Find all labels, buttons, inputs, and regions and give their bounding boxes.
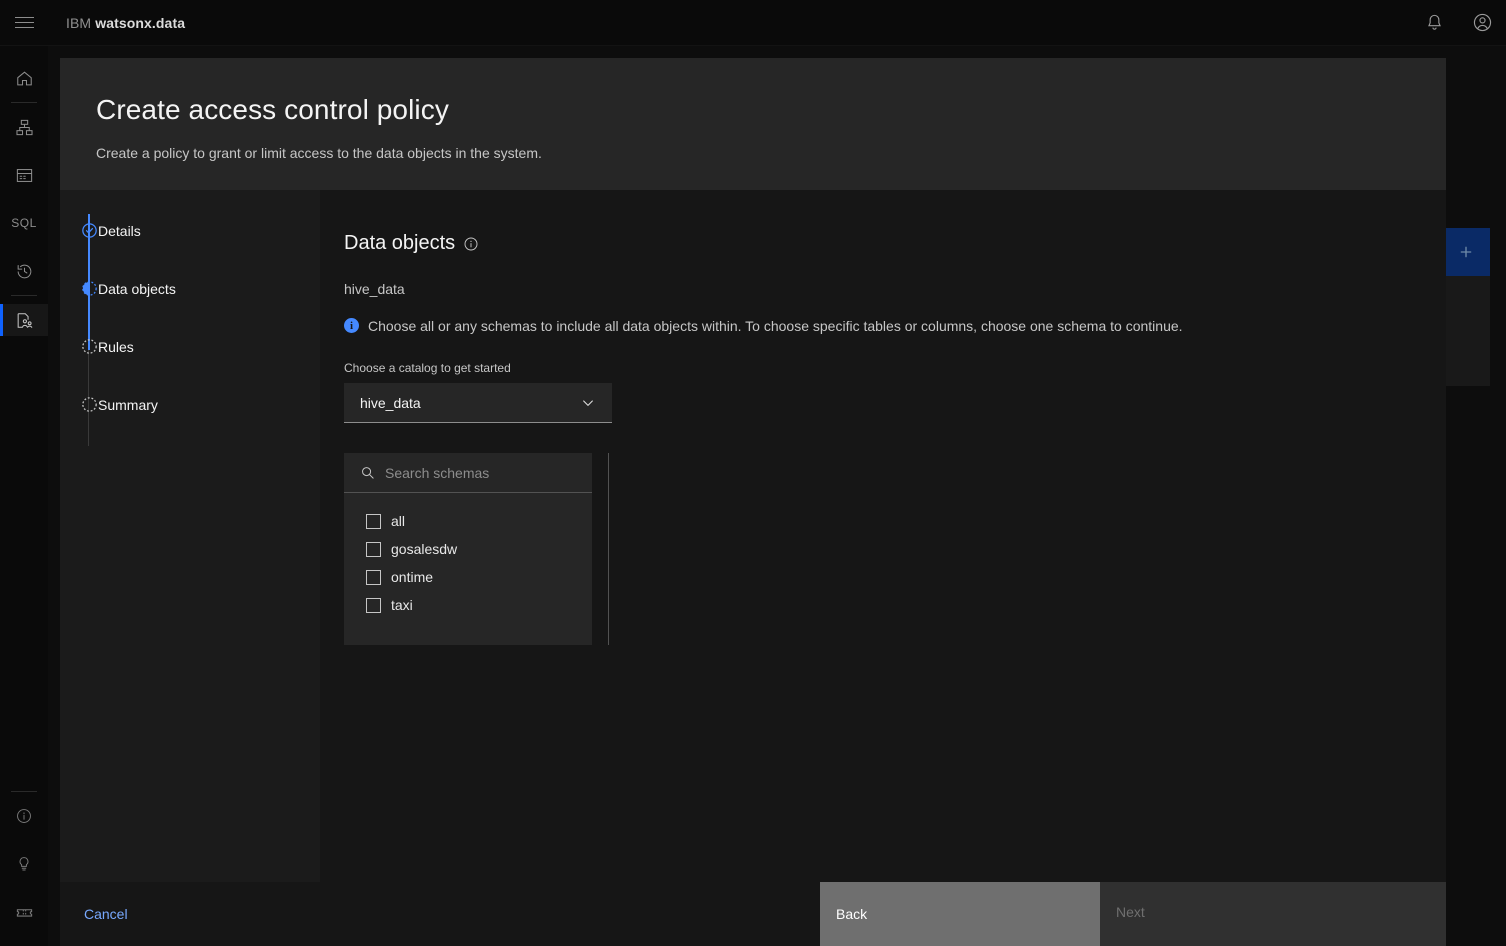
header-actions <box>1410 0 1506 46</box>
hint-text: Choose all or any schemas to include all… <box>368 318 1183 334</box>
dotted-circle-icon <box>81 338 98 355</box>
schema-checkbox[interactable] <box>366 597 381 613</box>
sidebar-item-access-control[interactable] <box>0 304 48 336</box>
rail-divider <box>11 102 37 103</box>
sidebar-item-query-workspace[interactable]: SQL <box>0 207 48 239</box>
list-item[interactable]: taxi <box>344 591 592 619</box>
sidebar-item-about[interactable] <box>0 800 48 832</box>
step-label: Rules <box>98 339 134 355</box>
half-circle-icon <box>81 280 98 297</box>
brand-name: watsonx.data <box>95 14 186 31</box>
access-control-icon <box>17 312 32 328</box>
step-details[interactable]: Details <box>60 216 320 246</box>
global-header: IBM watsonx.data <box>0 0 1506 46</box>
rail-divider-3 <box>11 791 37 792</box>
sidebar-item-labs[interactable] <box>0 896 48 928</box>
schema-checkbox[interactable] <box>366 541 381 557</box>
rail-bottom-group <box>0 783 48 946</box>
schema-label: taxi <box>391 597 413 613</box>
cancel-button[interactable]: Cancel <box>60 882 820 946</box>
list-item[interactable]: ontime <box>344 563 592 591</box>
schema-picker: all gosalesdw ontime <box>344 453 1410 645</box>
schema-search-row <box>344 453 592 493</box>
info-filled-icon: i <box>344 318 359 333</box>
schema-label: all <box>391 513 406 529</box>
history-icon <box>17 264 31 278</box>
page-subtitle: Create a policy to grant or limit access… <box>96 145 542 161</box>
step-rules[interactable]: Rules <box>60 332 320 362</box>
infrastructure-icon <box>15 119 33 135</box>
modal-header: Create access control policy Create a po… <box>60 58 1446 190</box>
data-objects-panel: Data objects hive_data i Choose all or a… <box>320 190 1446 882</box>
section-title: Data objects <box>344 232 1410 255</box>
schema-checkbox[interactable] <box>366 569 381 585</box>
dotted-circle-icon <box>81 396 98 413</box>
list-item[interactable]: all <box>344 507 592 535</box>
lightbulb-icon <box>19 857 29 871</box>
list-item[interactable]: gosalesdw <box>344 535 592 563</box>
catalog-select-label: Choose a catalog to get started <box>344 361 511 375</box>
step-data-objects[interactable]: Data objects <box>60 274 320 304</box>
next-button[interactable]: Next <box>1100 882 1446 946</box>
plus-icon <box>1460 246 1472 258</box>
rail-divider-2 <box>11 295 37 296</box>
schema-label: ontime <box>391 569 434 585</box>
step-label: Data objects <box>98 281 176 297</box>
sidebar-item-tips[interactable] <box>0 848 48 880</box>
hamburger-bars <box>14 13 34 32</box>
data-table-icon <box>16 168 32 182</box>
sidebar-item-data-manager[interactable] <box>0 159 48 191</box>
selected-catalog-name: hive_data <box>344 281 405 297</box>
hamburger-menu-icon[interactable] <box>0 0 48 46</box>
schema-label: gosalesdw <box>391 541 458 557</box>
chevron-down-icon <box>580 395 596 411</box>
search-icon <box>360 465 375 480</box>
sidebar-item-infrastructure[interactable] <box>0 111 48 143</box>
step-label: Details <box>98 223 141 239</box>
progress-steps: Details Data objects Rules Summary <box>60 190 320 882</box>
background-add-button[interactable] <box>1442 228 1490 276</box>
info-circle-icon <box>17 809 31 823</box>
page-title: Create access control policy <box>96 94 449 125</box>
bell-icon[interactable] <box>1410 0 1458 46</box>
modal-footer: Cancel Back Next <box>60 882 1446 946</box>
create-policy-modal: Create access control policy Create a po… <box>60 58 1446 946</box>
sidebar-item-query-history[interactable] <box>0 255 48 287</box>
check-circle-icon <box>81 222 98 239</box>
background-panel <box>1442 276 1490 386</box>
picker-divider <box>608 453 609 645</box>
left-nav-rail: SQL <box>0 46 48 946</box>
sidebar-item-home[interactable] <box>0 62 48 94</box>
sql-icon: SQL <box>11 216 37 230</box>
user-avatar-icon[interactable] <box>1458 0 1506 46</box>
schema-picker-box: all gosalesdw ontime <box>344 453 592 645</box>
step-summary[interactable]: Summary <box>60 390 320 420</box>
search-input[interactable] <box>385 464 576 481</box>
home-icon <box>16 71 32 85</box>
step-label: Summary <box>98 397 158 413</box>
back-button[interactable]: Back <box>820 882 1100 946</box>
section-title-text: Data objects <box>344 232 456 254</box>
schema-list: all gosalesdw ontime taxi <box>344 493 592 637</box>
ticket-icon <box>16 908 32 917</box>
hint-message: i Choose all or any schemas to include a… <box>344 317 1410 335</box>
modal-body: Details Data objects Rules Summary Data … <box>60 190 1446 882</box>
app-root: IBM watsonx.data SQL Create access contr… <box>0 0 1506 946</box>
info-circle-icon[interactable] <box>463 236 479 252</box>
schema-checkbox[interactable] <box>366 513 381 529</box>
catalog-select-value: hive_data <box>360 394 421 411</box>
brand-title: IBM watsonx.data <box>66 15 185 31</box>
brand-prefix: IBM <box>66 14 92 31</box>
catalog-select[interactable]: hive_data <box>344 383 612 423</box>
